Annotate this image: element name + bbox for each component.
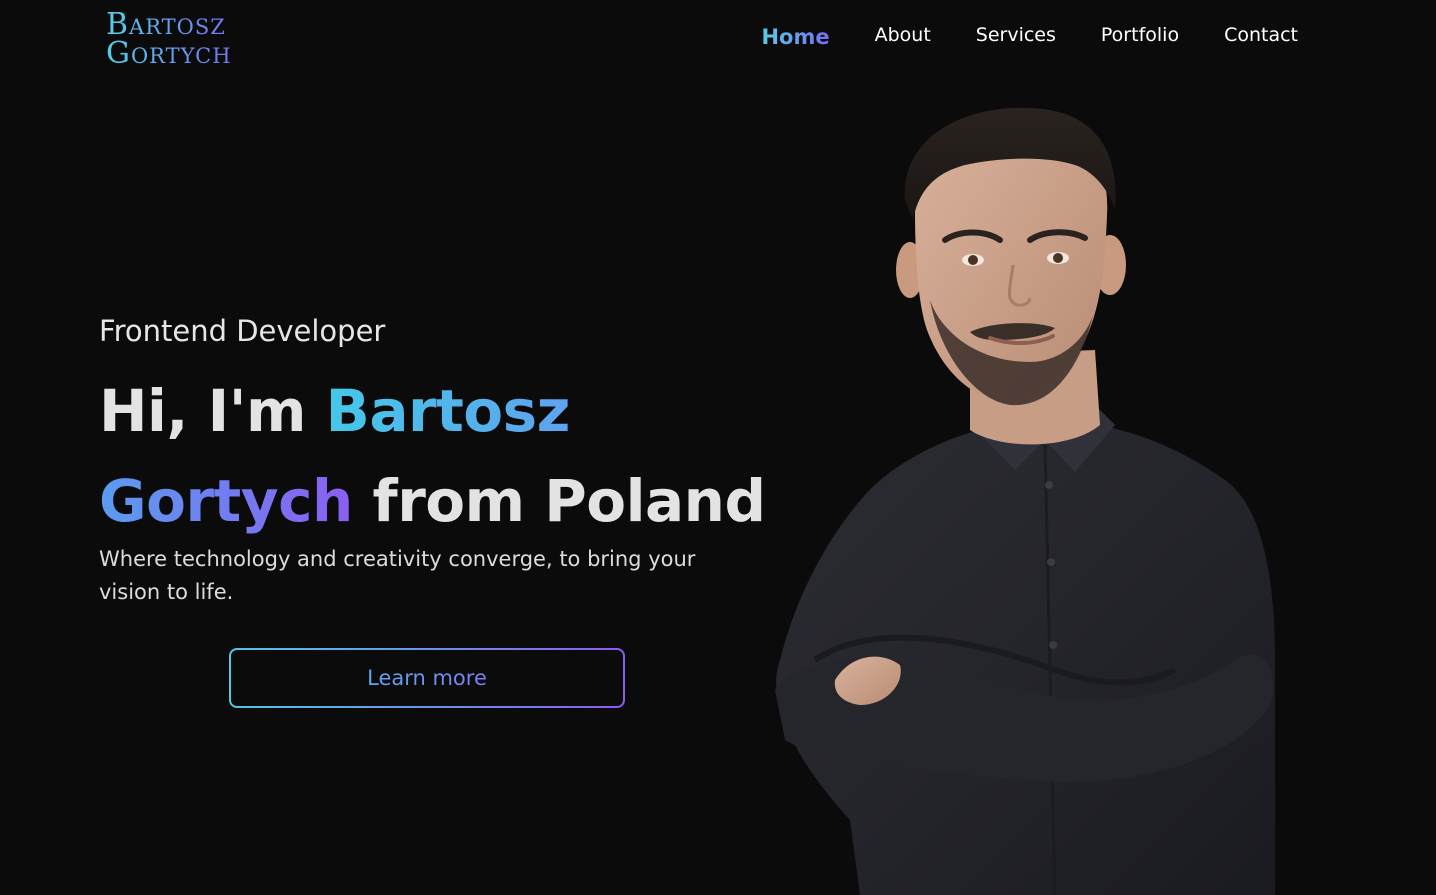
hero-first-name: Bartosz [325,377,571,445]
learn-more-label: Learn more [367,666,487,690]
nav-item-home[interactable]: Home [761,25,829,49]
person-portrait-icon [775,107,1275,895]
hero-tagline: Where technology and creativity converge… [99,547,696,604]
nav-item-contact[interactable]: Contact [1224,24,1298,49]
hero-origin: from Poland [372,467,766,535]
nav-item-about[interactable]: About [875,24,931,49]
logo-line-first: Bartosz [106,7,226,42]
hero-headline: Hi, I'm Bartosz Gortych from Poland [99,366,819,546]
site-logo[interactable]: Bartosz Gortych [106,10,286,68]
logo-line-last: Gortych [106,36,232,71]
nav-item-portfolio[interactable]: Portfolio [1101,24,1179,49]
hero-greeting: Hi, I'm [99,377,306,445]
hero-last-name: Gortych [99,467,353,535]
main-nav: Home About Services Portfolio Contact [761,24,1298,49]
hero-subtitle: Frontend Developer [99,314,386,348]
learn-more-button[interactable]: Learn more [229,648,625,708]
nav-item-services[interactable]: Services [976,24,1056,49]
page: Bartosz Gortych Home About Services Port… [0,0,1436,895]
learn-more-button-inner: Learn more [231,650,623,706]
